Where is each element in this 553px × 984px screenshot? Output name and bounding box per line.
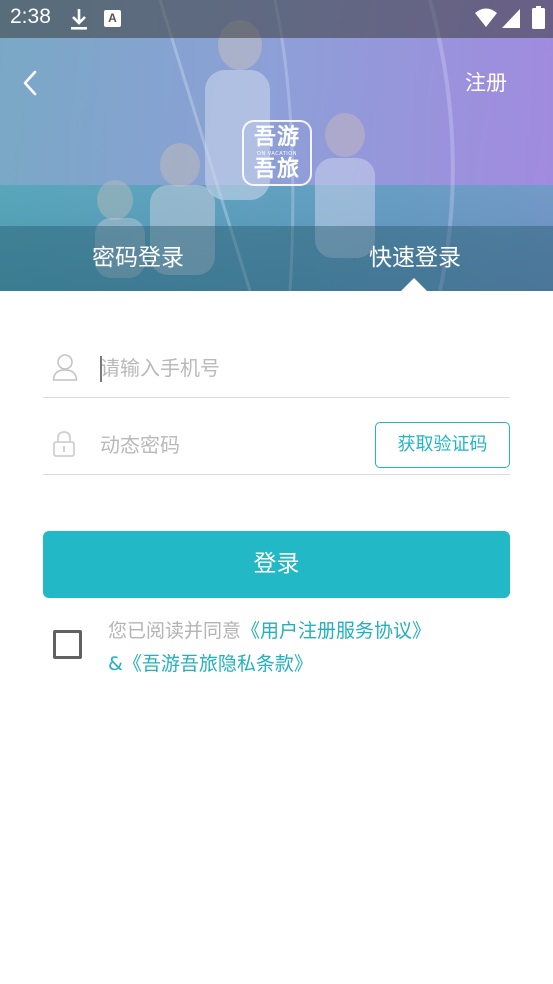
active-tab-indicator — [401, 278, 427, 291]
login-button[interactable]: 登录 — [43, 531, 510, 598]
text-cursor — [100, 356, 102, 382]
phone-field — [43, 338, 510, 398]
download-icon — [71, 9, 87, 30]
get-code-button[interactable]: 获取验证码 — [375, 422, 510, 468]
battery-icon — [532, 6, 545, 29]
agreement-text: 您已阅读并同意《用户注册服务协议》 &《吾游吾旅隐私条款》 — [108, 615, 528, 681]
login-tab-bar: 密码登录 快速登录 — [0, 226, 553, 291]
a-icon: A — [104, 10, 121, 27]
user-agreement-link[interactable]: 《用户注册服务协议》 — [241, 620, 431, 642]
status-bar: 2:38 A — [0, 0, 553, 38]
agreement-prefix: 您已阅读并同意 — [108, 620, 242, 642]
logo-line-2: 吾旅 — [253, 157, 300, 182]
user-icon — [52, 354, 78, 381]
privacy-policy-link[interactable]: 《吾游吾旅隐私条款》 — [123, 653, 313, 675]
agreement-joiner: & — [108, 653, 123, 675]
code-input[interactable] — [100, 425, 360, 465]
app-logo: 吾游 ON VACATION 吾旅 — [242, 120, 312, 186]
logo-line-1: 吾游 — [253, 125, 300, 150]
signal-icon — [502, 9, 520, 28]
phone-input[interactable] — [100, 348, 500, 388]
wifi-icon — [475, 8, 497, 27]
lock-icon — [53, 431, 75, 457]
back-button[interactable] — [14, 66, 48, 100]
status-time: 2:38 — [10, 5, 51, 28]
agree-checkbox[interactable] — [53, 630, 82, 659]
tab-password-login[interactable]: 密码登录 — [0, 226, 276, 291]
register-button[interactable]: 注册 — [456, 68, 516, 98]
